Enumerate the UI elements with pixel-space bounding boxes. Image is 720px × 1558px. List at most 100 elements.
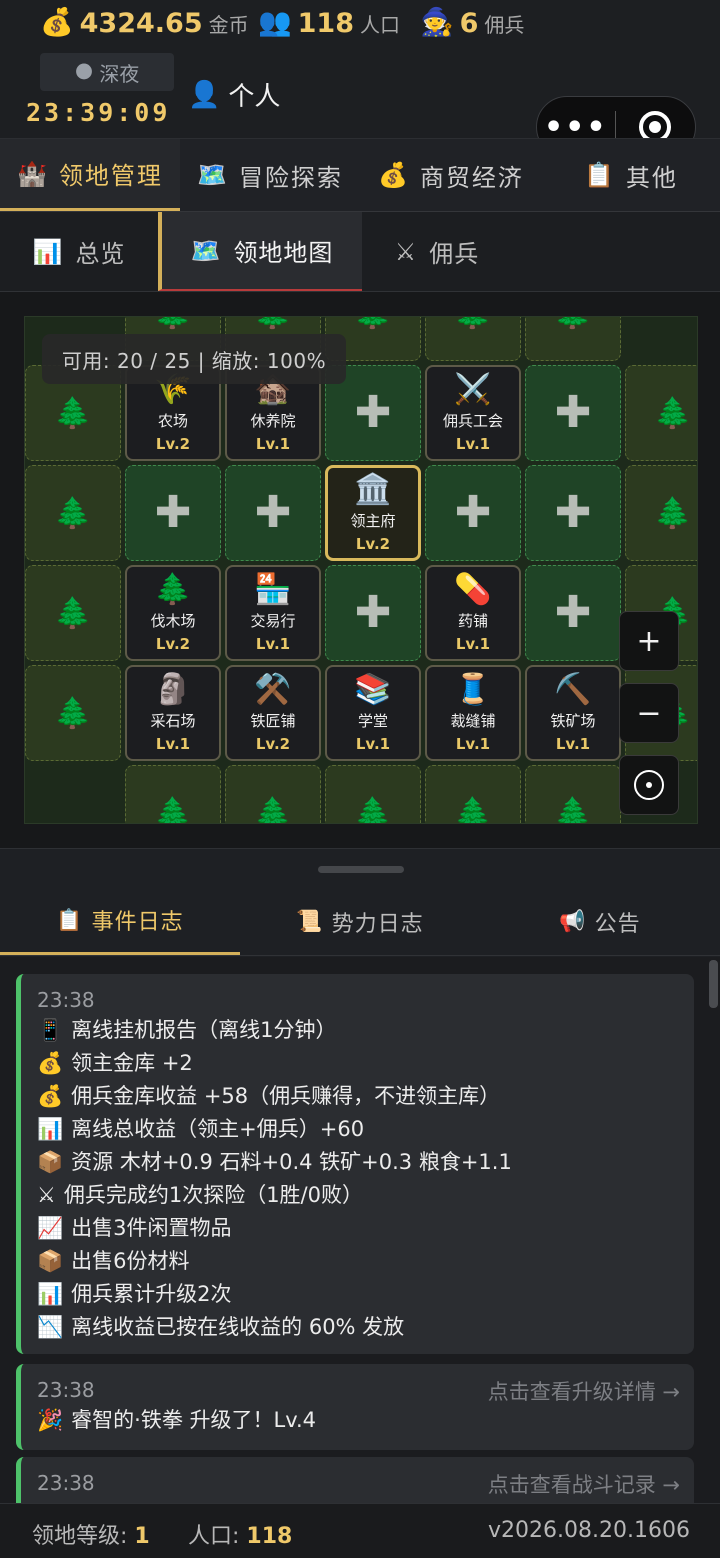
zoom-in-button[interactable]: + — [619, 611, 679, 671]
tab-announcement[interactable]: 📢 公告 — [480, 888, 720, 955]
zoom-out-button[interactable]: − — [619, 683, 679, 743]
event-log-list[interactable]: 23:38 📱 离线挂机报告（离线1分钟） 💰 领主金库 +2 💰 佣兵金库收益 +5… — [0, 957, 720, 1503]
tree-tile[interactable]: 🌲 — [525, 765, 621, 824]
log-tab-bar: 📋 事件日志 📜 势力日志 📢 公告 — [0, 888, 720, 956]
plus-icon: ✚ — [354, 587, 392, 638]
tree-tile[interactable]: 🌲 — [25, 565, 121, 661]
tab-territory-map[interactable]: 🗺️ 领地地图 — [158, 212, 362, 291]
recenter-button[interactable] — [619, 755, 679, 815]
building-smithy[interactable]: ⚒️ 铁匠铺 Lv.2 — [225, 665, 321, 761]
tab-label: 佣兵 — [429, 240, 480, 268]
empty-plot[interactable]: ✚ — [325, 565, 421, 661]
tab-faction-log[interactable]: 📜 势力日志 — [240, 888, 480, 955]
tab-trade[interactable]: 💰 商贸经济 — [360, 139, 542, 211]
megaphone-icon: 📢 — [559, 909, 587, 933]
log-entry-level-up[interactable]: 23:38 点击查看升级详情 → 🎉 睿智的·铁拳 升级了！Lv.4 — [16, 1364, 694, 1450]
tab-other[interactable]: 📋 其他 — [542, 139, 720, 211]
version-label: v2026.08.20.1606 — [488, 1518, 690, 1543]
tree-tile[interactable]: 🌲 — [25, 465, 121, 561]
building-exchange[interactable]: 🏪 交易行 Lv.1 — [225, 565, 321, 661]
empty-plot[interactable]: ✚ — [525, 565, 621, 661]
tree-icon: 🌲 — [154, 795, 192, 824]
tree-icon: 🌲 — [154, 317, 191, 331]
tab-adventure[interactable]: 🗺️ 冒险探索 — [180, 139, 360, 211]
tab-overview[interactable]: 📊 总览 — [0, 212, 158, 291]
building-lumber-mill[interactable]: 🌲 伐木场 Lv.2 — [125, 565, 221, 661]
building-quarry[interactable]: 🗿 采石场 Lv.1 — [125, 665, 221, 761]
tree-tile[interactable]: 🌲 — [625, 365, 697, 461]
tab-territory-management[interactable]: 🏰 领地管理 — [0, 139, 180, 211]
building-iron-mine[interactable]: ⛏️ 铁矿场 Lv.1 — [525, 665, 621, 761]
globe-icon: 🌑 — [74, 61, 94, 83]
empty-plot[interactable]: ✚ — [225, 465, 321, 561]
tree-tile[interactable]: 🌲 — [525, 317, 621, 361]
panel-drag-area[interactable] — [0, 848, 720, 888]
hammer-pick-icon: ⚒️ — [254, 672, 292, 707]
empty-plot[interactable]: ✚ — [525, 365, 621, 461]
log-text: 离线挂机报告（离线1分钟） — [71, 1018, 337, 1042]
building-tailor[interactable]: 🧵 裁缝铺 Lv.1 — [425, 665, 521, 761]
empty-plot[interactable]: ✚ — [425, 465, 521, 561]
territory-level-stat: 领地等级: 1 — [32, 1518, 150, 1550]
tab-mercenaries[interactable]: ⚔ 佣兵 — [362, 212, 512, 291]
building-name: 铁匠铺 — [250, 712, 296, 730]
log-line: 🎉 睿智的·铁拳 升级了！Lv.4 — [37, 1404, 678, 1437]
view-battle-record-link[interactable]: 点击查看战斗记录 → — [488, 1469, 680, 1499]
map-capacity-info: 可用: 20 / 25 | 缩放: 100% — [42, 334, 346, 384]
tab-label: 其他 — [625, 163, 678, 192]
plus-icon: ✚ — [554, 387, 592, 438]
tree-icon: 🌲 — [654, 395, 692, 431]
plus-icon: ✚ — [454, 487, 492, 538]
clipboard-icon: 📋 — [56, 907, 84, 932]
log-line: 📱 离线挂机报告（离线1分钟） — [37, 1014, 678, 1047]
building-level: Lv.2 — [155, 435, 191, 453]
empty-plot[interactable]: ✚ — [125, 465, 221, 561]
tree-tile[interactable]: 🌲 — [425, 765, 521, 823]
personal-label: 个人 — [228, 82, 281, 112]
tree-icon: 🌲 — [554, 795, 592, 824]
log-text: 出售3件闲置物品 — [71, 1216, 232, 1240]
building-name: 农场 — [157, 412, 188, 430]
tab-label: 公告 — [594, 911, 641, 937]
mercenary-value: 6 — [459, 7, 479, 39]
plus-icon: + — [636, 623, 662, 659]
tree-icon: 🌲 — [254, 795, 292, 824]
tree-tile[interactable]: 🌲 — [425, 317, 521, 361]
tab-event-log[interactable]: 📋 事件日志 — [0, 888, 240, 955]
tree-tile[interactable]: 🌲 — [25, 665, 121, 761]
time-period-badge: 🌑 深夜 — [40, 53, 174, 91]
tree-icon: 🌲 — [254, 317, 291, 331]
map-section: 🌲 🌲 🌲 🌲 🌲 🌲 🌾 农场 Lv.2 🏚️ 休养院 Lv.1 ✚ ⚔️ 佣… — [0, 292, 720, 848]
classical-building-icon: 🏛️ — [354, 472, 392, 507]
building-lord-manor[interactable]: 🏛️ 领主府 Lv.2 — [325, 465, 421, 561]
building-name: 学堂 — [357, 712, 388, 730]
building-mercenary-guild[interactable]: ⚔️ 佣兵工会 Lv.1 — [425, 365, 521, 461]
main-tab-bar: 🏰 领地管理 🗺️ 冒险探索 💰 商贸经济 📋 其他 — [0, 138, 720, 212]
mage-icon: 🧙 — [420, 7, 454, 38]
building-name: 休养院 — [250, 412, 296, 430]
log-entry-battle[interactable]: 23:38 点击查看战斗记录 → — [16, 1457, 694, 1503]
tree-tile[interactable]: 🌲 — [125, 765, 221, 824]
tree-tile[interactable]: 🌲 — [325, 765, 421, 823]
gold-stat: 💰 4324.65 金币 — [40, 6, 249, 40]
phone-icon: 📱 — [37, 1018, 64, 1042]
map-icon: 🗺️ — [190, 236, 222, 265]
personal-button[interactable]: 👤 个人 — [188, 76, 280, 113]
drag-handle[interactable] — [318, 866, 404, 873]
tree-tile[interactable]: 🌲 — [225, 765, 321, 824]
empty-plot[interactable]: ✚ — [525, 465, 621, 561]
territory-map[interactable]: 🌲 🌲 🌲 🌲 🌲 🌲 🌾 农场 Lv.2 🏚️ 休养院 Lv.1 ✚ ⚔️ 佣… — [24, 316, 698, 824]
store-icon: 🏪 — [254, 572, 292, 607]
building-level: Lv.1 — [255, 435, 291, 453]
log-text: 资源 木材+0.9 石料+0.4 铁矿+0.3 粮食+1.1 — [71, 1150, 512, 1174]
gold-value: 4324.65 — [79, 7, 203, 39]
building-pharmacy[interactable]: 💊 药铺 Lv.1 — [425, 565, 521, 661]
building-school[interactable]: 📚 学堂 Lv.1 — [325, 665, 421, 761]
scroll-icon: 📜 — [296, 909, 324, 933]
log-scrollbar[interactable] — [709, 960, 718, 1008]
view-upgrade-details-link[interactable]: 点击查看升级详情 → — [488, 1376, 680, 1406]
tree-tile[interactable]: 🌲 — [625, 465, 697, 561]
log-text: 出售6份材料 — [71, 1249, 190, 1273]
party-popper-icon: 🎉 — [37, 1408, 64, 1432]
tab-label: 势力日志 — [331, 911, 424, 937]
